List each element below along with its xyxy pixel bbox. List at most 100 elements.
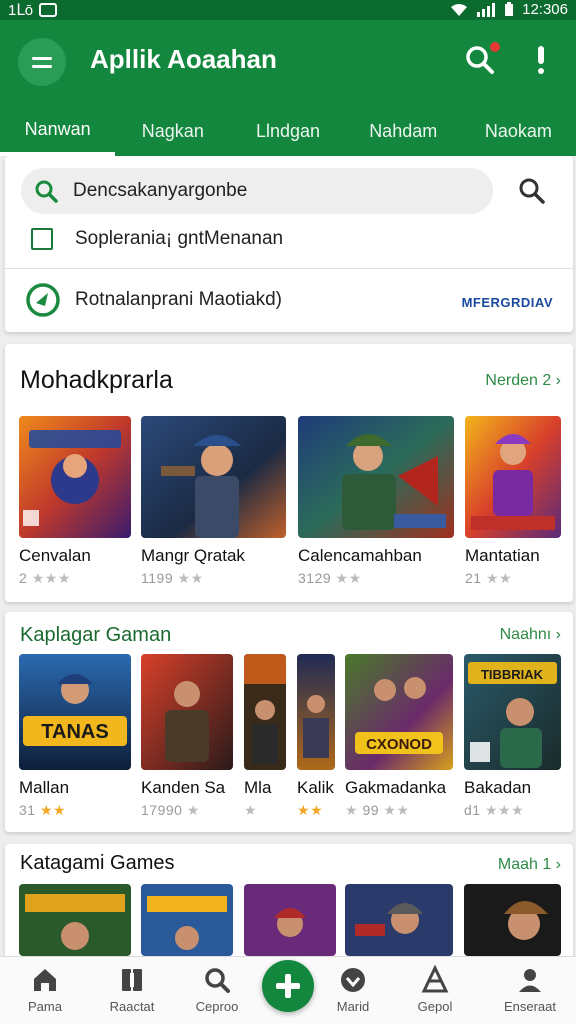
compass-icon [26, 283, 60, 317]
rating-count: d1 [464, 802, 481, 818]
game-card[interactable]: Kalik ★★ [297, 654, 335, 819]
profile-icon [519, 969, 541, 992]
section-more-link[interactable]: Nerden 2 › [485, 372, 561, 390]
game-thumbnail [297, 654, 335, 770]
game-thumbnail: TIBBRIAK [464, 654, 561, 770]
rating-count: 1199 [141, 570, 174, 586]
section-title: Katagami Games [20, 852, 175, 874]
star-icon: ★ [499, 570, 513, 586]
option-row[interactable]: Rotnalanprani Maotiakd) [25, 282, 282, 318]
section-more-link[interactable]: Maah 1 › [498, 856, 561, 874]
game-rating: 21 ★★ [465, 570, 561, 587]
more-options-button[interactable] [526, 42, 556, 78]
game-card[interactable]: Mantatian 21 ★★ [465, 416, 561, 587]
game-card[interactable] [19, 884, 131, 956]
star-icon: ★ [39, 802, 54, 818]
thumb-logo-text: TANAS [41, 721, 108, 743]
game-rating: d1 ★★★ [464, 802, 561, 819]
game-thumbnail: CXONOD [345, 654, 453, 770]
star-icon: ★ [53, 802, 67, 818]
game-card[interactable]: CXONOD Gakmadanka ★ 99 ★★ [345, 654, 453, 819]
section-categories: Katagami Games Maah 1 › [5, 844, 573, 964]
nav-label: Marid [336, 999, 370, 1014]
game-card[interactable] [244, 884, 336, 956]
library-icon [122, 969, 142, 991]
game-rating: ★★ [297, 802, 335, 819]
add-fab-button[interactable] [262, 960, 314, 1012]
star-icon: ★ [190, 570, 204, 586]
nav-item-profile[interactable]: Enseraat [490, 965, 570, 1014]
star-icon: ★ [498, 802, 512, 818]
nav-item-home[interactable]: Pama [5, 965, 85, 1014]
game-name: Calencamahban [298, 546, 422, 565]
game-thumbnail [141, 654, 233, 770]
search-input[interactable] [73, 180, 473, 202]
section-featured: Mohadkprarla Nerden 2 › Cenvalan 2 ★★★ M… [5, 344, 573, 602]
section-title: Kaplagar Gaman [20, 624, 172, 646]
game-card[interactable] [141, 884, 233, 956]
menu-button[interactable] [18, 38, 66, 86]
nav-label: Pama [28, 999, 62, 1014]
star-icon: ★ [485, 570, 500, 586]
section-more-link[interactable]: Naahnı › [500, 626, 561, 644]
search-field[interactable] [21, 168, 493, 214]
game-name: Mantatian [465, 546, 540, 565]
option-action-link[interactable]: MFERGRDIAV [462, 295, 553, 310]
game-rating: 17990 ★ [141, 802, 233, 819]
game-name: Kalik [297, 778, 334, 797]
tab-llndgan[interactable]: Llndgan [230, 106, 345, 156]
checkbox-label: Soplerania¡ gntMenanan [75, 228, 284, 249]
game-card[interactable]: Calencamahban 3129 ★★ [298, 416, 454, 587]
tab-nanwan[interactable]: Nanwan [0, 106, 116, 156]
game-rating: ★ [244, 802, 286, 819]
star-icon: ★ [44, 570, 58, 586]
star-icon: ★ [335, 570, 349, 586]
star-icon: ★ [186, 802, 200, 818]
nav-item-favorites[interactable]: Marid [313, 965, 393, 1014]
game-rating: 31 ★★ [19, 802, 131, 819]
filter-checkbox-row[interactable]: Soplerania¡ gntMenanan [31, 228, 283, 250]
game-thumbnail [345, 884, 453, 956]
game-thumbnail [465, 416, 561, 538]
game-thumbnail [19, 884, 131, 956]
signal-icon [477, 2, 496, 17]
menu-icon-line [32, 64, 52, 68]
app-title: Apllik Aoaahan [90, 44, 277, 74]
game-card[interactable]: Mangr Qratak 1199 ★★ [141, 416, 286, 587]
game-card[interactable]: TANAS Mallan 31 ★★ [19, 654, 131, 819]
filter-checkbox[interactable] [31, 228, 53, 250]
alert-icon-bar [538, 46, 544, 64]
nav-item-leaderboard[interactable]: Gepol [395, 965, 475, 1014]
alert-icon-dot [538, 68, 544, 74]
star-icon: ★ [396, 802, 410, 818]
game-thumbnail [19, 416, 131, 538]
game-name: Mangr Qratak [141, 546, 245, 565]
section-popular: Kaplagar Gaman Naahnı › TANAS Mallan 31 … [5, 612, 573, 832]
search-submit-icon[interactable] [517, 176, 547, 206]
nav-item-search[interactable]: Ceproo [177, 965, 257, 1014]
game-card[interactable]: Cenvalan 2 ★★★ [19, 416, 131, 587]
star-icon: ★ [31, 570, 45, 586]
game-rating: 3129 ★★ [298, 570, 454, 587]
game-card[interactable]: Kanden Sa 17990 ★ [141, 654, 233, 819]
notification-badge [488, 40, 502, 54]
star-icon: ★ [310, 802, 324, 818]
tab-nahdam[interactable]: Nahdam [346, 106, 461, 156]
game-thumbnail [464, 884, 561, 956]
search-card: Soplerania¡ gntMenanan Rotnalanprani Mao… [5, 156, 573, 332]
thumb-logo-text: CXONOD [366, 736, 432, 753]
home-icon [34, 969, 56, 991]
game-card[interactable] [464, 884, 561, 956]
search-icon [205, 968, 230, 993]
game-card[interactable]: Mla ★ [244, 654, 286, 819]
tab-nagkan[interactable]: Nagkan [115, 106, 230, 156]
nav-item-library[interactable]: Raactat [92, 965, 172, 1014]
star-icon: ★ [383, 802, 397, 818]
tab-naokam[interactable]: Naokam [461, 106, 576, 156]
game-card[interactable]: TIBBRIAK Bakadan d1 ★★★ [464, 654, 561, 819]
game-thumbnail: TANAS [19, 654, 131, 770]
rating-count: 31 [19, 802, 36, 818]
game-card[interactable] [345, 884, 453, 956]
star-icon: ★ [177, 570, 191, 586]
game-name: Mallan [19, 778, 70, 797]
